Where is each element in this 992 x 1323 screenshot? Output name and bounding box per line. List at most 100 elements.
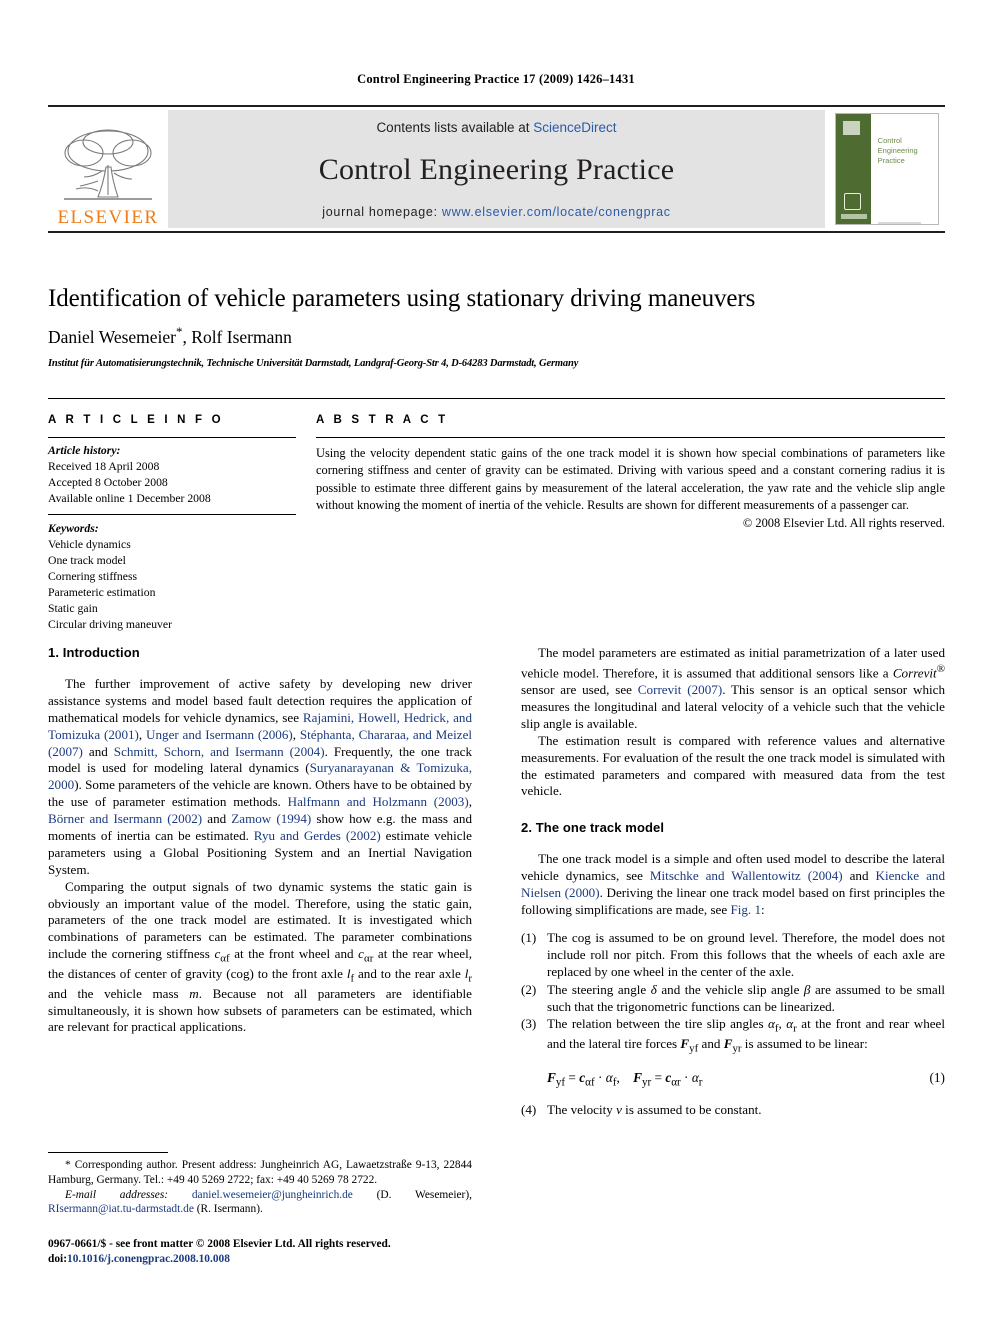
keyword-item: Parameteric estimation	[48, 586, 156, 600]
citation-link[interactable]: Schmitt, Schorn, and Isermann (2004)	[114, 744, 325, 759]
history-item: Received 18 April 2008	[48, 460, 160, 474]
elsevier-tree-icon	[64, 129, 152, 200]
sciencedirect-link[interactable]: ScienceDirect	[533, 120, 616, 135]
keyword-item: Vehicle dynamics	[48, 538, 131, 552]
list-item: (4) The velocity v is assumed to be cons…	[521, 1102, 945, 1119]
math-subscript: αr	[671, 1076, 681, 1089]
citation-link[interactable]: Zamow (1994)	[231, 811, 311, 826]
text-run: at the front wheel and	[229, 946, 359, 962]
math-symbol: α	[768, 1016, 775, 1032]
footnote-rule	[48, 1152, 168, 1153]
abstract-text: Using the velocity dependent static gain…	[316, 446, 945, 513]
model-paragraph-1: The one track model is a simple and ofte…	[521, 851, 945, 919]
homepage-url-link[interactable]: www.elsevier.com/locate/conengprac	[442, 205, 671, 219]
history-item: Accepted 8 October 2008	[48, 476, 168, 490]
keyword-item: Cornering stiffness	[48, 570, 138, 584]
text-run: is assumed to be constant.	[621, 1102, 762, 1118]
text-run: :	[761, 902, 765, 918]
citation-link[interactable]: Börner and Isermann (2002)	[48, 811, 202, 826]
figure-reference-link[interactable]: Fig. 1	[730, 902, 761, 917]
right-paragraph-1: The model parameters are estimated as in…	[521, 645, 945, 733]
math-subscript: αr	[363, 952, 374, 965]
right-paragraph-2: The estimation result is compared with r…	[521, 732, 945, 799]
citation-link[interactable]: Unger and Isermann (2006)	[146, 727, 293, 742]
assumptions-list: (1) The cog is assumed to be on ground l…	[521, 930, 945, 1056]
contents-prefix: Contents lists available at	[376, 120, 534, 135]
list-item-text: The cog is assumed to be on ground level…	[547, 929, 945, 979]
citation-link[interactable]: Halfmann and Holzmann (2003)	[288, 794, 469, 809]
math-symbol: F	[633, 1069, 642, 1085]
elsevier-wordmark: ELSEVIER	[57, 207, 159, 228]
text-run: The steering angle	[547, 981, 651, 997]
doi-label: doi:	[48, 1253, 67, 1266]
cover-emblem-bottom-icon	[844, 193, 861, 210]
abstract-heading: A B S T R A C T	[316, 414, 449, 426]
citation-link[interactable]: Mitschke and Wallentowitz (2004)	[650, 868, 843, 883]
math-subscript: yf	[555, 1076, 566, 1089]
footnote-block: * Corresponding author. Present address:…	[48, 1152, 472, 1217]
text-run: ,	[138, 726, 147, 742]
math-symbol: α	[605, 1069, 613, 1085]
doi-link[interactable]: 10.1016/j.conengprac.2008.10.008	[67, 1253, 230, 1265]
citation-link[interactable]: Ryu and Gerdes (2002)	[254, 828, 381, 843]
elsevier-logo: ELSEVIER	[48, 107, 168, 231]
email-link-2[interactable]: RIsermann@iat.tu-darmstadt.de	[48, 1203, 194, 1215]
journal-banner: ELSEVIER Contents lists available at Sci…	[48, 105, 945, 233]
keywords-label: Keywords:	[48, 522, 99, 536]
list-item-text: The velocity v is assumed to be constant…	[547, 1102, 945, 1119]
math-subscript: r	[698, 1076, 703, 1089]
article-history-block: Article history: Received 18 April 2008 …	[48, 438, 296, 507]
running-head: Control Engineering Practice 17 (2009) 1…	[357, 72, 635, 86]
journal-homepage-line: journal homepage: www.elsevier.com/locat…	[322, 205, 670, 219]
text-run: (D. Wesemeier),	[352, 1188, 472, 1201]
history-item: Available online 1 December 2008	[48, 492, 211, 506]
text-run: Corresponding author. Present address: J…	[48, 1159, 472, 1186]
affiliation: Institut für Automatisierungstechnik, Te…	[48, 358, 579, 369]
issn-line: 0967-0661/$ - see front matter © 2008 El…	[48, 1238, 391, 1250]
abstract-column: A B S T R A C T Using the velocity depen…	[316, 414, 945, 531]
cover-rule	[877, 222, 922, 224]
math-symbol: m	[189, 985, 199, 1001]
keywords-rule	[48, 514, 296, 516]
text-run: and	[82, 743, 114, 759]
math-subscript: αf	[585, 1076, 595, 1089]
cover-face: Control Engineering Practice	[870, 114, 938, 224]
math-subscript: yr	[732, 1042, 742, 1055]
abstract-copyright: © 2008 Elsevier Ltd. All rights reserved…	[742, 515, 945, 530]
paper-page: Control Engineering Practice 17 (2009) 1…	[0, 0, 992, 1323]
cover-spine	[836, 114, 871, 224]
info-top-rule	[48, 398, 945, 399]
doi-line: doi:10.1016/j.conengprac.2008.10.008	[48, 1252, 478, 1267]
math-subscript: yf	[689, 1042, 699, 1055]
math-subscript: αf	[220, 952, 230, 965]
math-subscript: yr	[641, 1076, 652, 1089]
list-item: (1) The cog is assumed to be on ground l…	[521, 930, 945, 981]
math-subscript: r	[468, 972, 472, 985]
text-run: ·	[594, 1069, 606, 1085]
text-run: sensor are used, see	[521, 682, 638, 698]
email-label: E-mail addresses:	[65, 1188, 169, 1201]
equation-1: Fyf = cαf · αf, Fyr = cαr · αr (1)	[547, 1070, 945, 1089]
contents-lists-line: Contents lists available at ScienceDirec…	[376, 120, 616, 135]
corresponding-author-note: * Corresponding author. Present address:…	[48, 1158, 472, 1188]
list-item-number: (4)	[521, 1102, 537, 1118]
text-run: The relation between the tire slip angle…	[547, 1016, 769, 1032]
text-run: and	[842, 868, 876, 884]
intro-paragraph-1: The further improvement of active safety…	[48, 676, 472, 879]
imprint-block: 0967-0661/$ - see front matter © 2008 El…	[48, 1237, 478, 1267]
email-link-1[interactable]: daniel.wesemeier@jungheinrich.de	[192, 1189, 353, 1201]
list-item: (3) The relation between the tire slip a…	[521, 1016, 945, 1055]
text-run: ,	[616, 1069, 620, 1085]
keyword-item: Static gain	[48, 602, 98, 616]
cover-title-text: Control Engineering Practice	[877, 136, 918, 166]
citation-link[interactable]: Correvit (2007)	[638, 682, 722, 697]
cover-emblem-caption	[841, 214, 867, 219]
list-item-text: The steering angle δ and the vehicle sli…	[547, 982, 945, 1016]
text-run: ,	[292, 726, 300, 742]
text-run: (R. Isermann).	[193, 1203, 263, 1216]
text-run: is assumed to be linear:	[741, 1036, 868, 1052]
author-1: Daniel Wesemeier	[48, 326, 177, 347]
text-run: =	[565, 1069, 580, 1085]
math-symbol: F	[547, 1069, 556, 1085]
banner-center: Contents lists available at ScienceDirec…	[168, 110, 825, 228]
